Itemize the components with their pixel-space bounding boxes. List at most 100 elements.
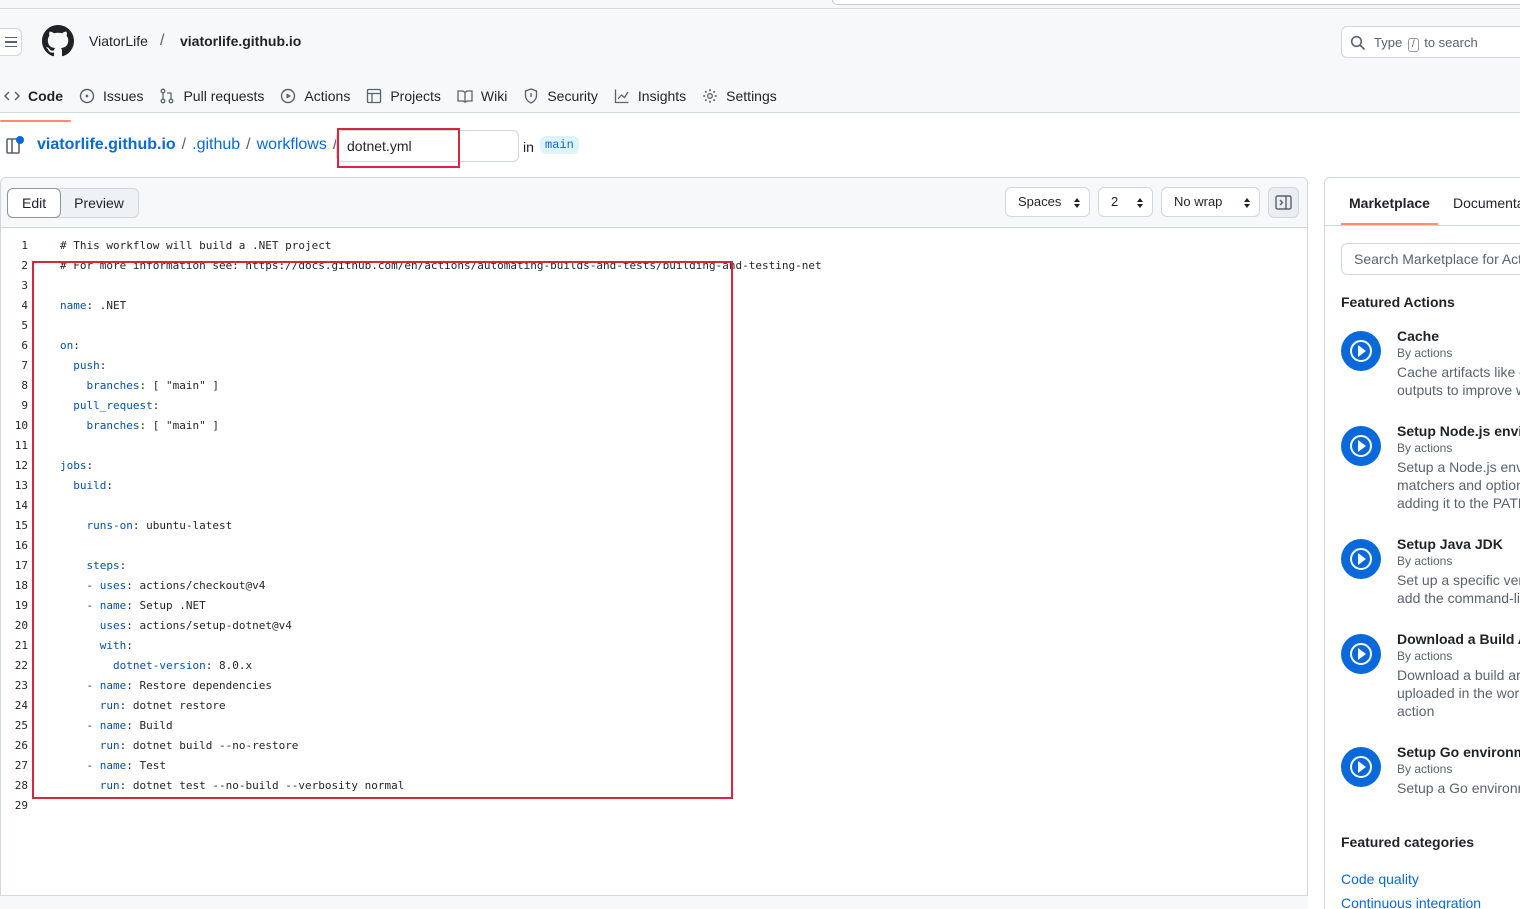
- indent-size-select[interactable]: 2: [1098, 187, 1153, 217]
- tab-issues[interactable]: Issues: [75, 79, 155, 113]
- indent-mode-select[interactable]: Spaces: [1005, 187, 1090, 217]
- tab-label: Projects: [390, 88, 441, 104]
- action-description-line: Set up a specific version of the Java JD…: [1397, 572, 1520, 588]
- table-icon: [367, 88, 382, 104]
- repo-header: ViatorLife / viatorlife.github.io Type /…: [0, 10, 1520, 122]
- search-icon: [1350, 35, 1366, 51]
- branch-in-label: in: [523, 139, 534, 155]
- line-number: 8: [21, 379, 28, 392]
- browser-strip: [0, 0, 1520, 9]
- action-description: Download a build artifact that was previ…: [1397, 666, 1520, 720]
- wrap-mode-select[interactable]: No wrap: [1161, 187, 1260, 217]
- sidebar-tabs: Marketplace Documentation: [1325, 178, 1520, 226]
- tab-security[interactable]: Security: [519, 79, 610, 113]
- sidebar-toggle-button[interactable]: [1268, 187, 1299, 218]
- action-description: Set up a specific version of the Java JD…: [1397, 571, 1520, 607]
- action-description-line: add the command-line tools to the PATH: [1397, 590, 1520, 606]
- action-description-line: Download a build artifact that was previ…: [1397, 667, 1520, 683]
- action-description-line: adding it to the PATH: [1397, 495, 1520, 511]
- address-bar[interactable]: [832, 0, 1520, 5]
- tab-label: Code: [28, 88, 63, 104]
- action-name[interactable]: Setup Go environment: [1397, 744, 1520, 760]
- line-number: 19: [14, 599, 28, 612]
- tab-wiki[interactable]: Wiki: [453, 79, 519, 113]
- line-number: 27: [14, 759, 28, 772]
- global-search-input[interactable]: Type / to search: [1341, 26, 1520, 58]
- path-workflows-link[interactable]: workflows: [257, 136, 327, 154]
- action-name[interactable]: Setup Node.js environment: [1397, 423, 1520, 439]
- edit-tab-button[interactable]: Edit: [7, 188, 62, 218]
- featured-categories-heading: Featured categories: [1341, 834, 1475, 850]
- line-number: 26: [14, 739, 28, 752]
- line-number: 11: [14, 439, 28, 452]
- action-play-icon: [1341, 426, 1381, 466]
- book-icon: [457, 90, 473, 103]
- action-description-line: outputs to improve workflow execution ti…: [1397, 382, 1520, 398]
- tab-projects[interactable]: Projects: [362, 79, 453, 113]
- gear-icon: [703, 89, 717, 103]
- tab-label: Issues: [103, 88, 144, 104]
- line-number: 4: [21, 299, 28, 312]
- path-github-link[interactable]: .github: [192, 136, 240, 154]
- tab-marketplace[interactable]: Marketplace: [1341, 195, 1438, 225]
- marketplace-search-input[interactable]: Search Marketplace for Actions: [1341, 243, 1520, 275]
- line-content: # This workflow will build a .NET projec…: [60, 239, 332, 252]
- preview-tab-button[interactable]: Preview: [60, 189, 138, 217]
- action-description-line: matchers and optionally cache npm packag…: [1397, 477, 1520, 493]
- marketplace-sidebar: Marketplace Documentation Search Marketp…: [1324, 177, 1520, 909]
- path-separator: /: [246, 136, 251, 153]
- tab-label: Settings: [726, 88, 777, 104]
- file-path-breadcrumb: viatorlife.github.io / .github / workflo…: [37, 136, 337, 154]
- tab-label: Pull requests: [183, 88, 265, 104]
- category-link-code-quality[interactable]: Code quality: [1341, 871, 1419, 887]
- path-separator: /: [181, 136, 187, 153]
- tab-pull-requests[interactable]: Pull requests: [155, 79, 276, 113]
- line-number: 23: [14, 679, 28, 692]
- sort-caret-icon: [1074, 198, 1080, 208]
- repo-owner-link[interactable]: ViatorLife: [89, 33, 148, 49]
- tab-insights[interactable]: Insights: [610, 79, 698, 113]
- github-logo-icon[interactable]: [42, 25, 74, 57]
- line-number: 15: [14, 519, 28, 532]
- tab-documentation[interactable]: Documentation: [1453, 195, 1520, 211]
- code-icon: [4, 91, 20, 101]
- tab-settings[interactable]: Settings: [698, 79, 789, 113]
- indent-mode-value: Spaces: [1018, 194, 1062, 209]
- line-number: 22: [14, 659, 28, 672]
- menu-icon[interactable]: [0, 28, 22, 56]
- line-number: 7: [21, 359, 28, 372]
- tab-label: Insights: [637, 88, 687, 104]
- action-play-icon: [1341, 539, 1381, 579]
- line-number: 14: [14, 499, 28, 512]
- tab-code[interactable]: Code: [0, 79, 75, 122]
- line-number: 17: [14, 559, 28, 572]
- line-number: 13: [14, 479, 28, 492]
- indent-size-value: 2: [1111, 194, 1119, 209]
- action-play-icon: [1341, 331, 1381, 371]
- tab-actions[interactable]: Actions: [276, 79, 362, 113]
- issue-icon: [79, 88, 95, 104]
- path-repo-link[interactable]: viatorlife.github.io: [37, 136, 176, 154]
- edit-preview-toggle: Edit Preview: [7, 188, 139, 218]
- annotation-highlight-filename: [337, 128, 460, 168]
- editor-footer: [0, 895, 1308, 909]
- line-number: 9: [21, 399, 28, 412]
- line-number: 1: [21, 239, 28, 252]
- action-description-line: Setup a Node.js environment, add problem: [1397, 459, 1520, 475]
- action-description-line: Cache artifacts like dependencies and bu…: [1397, 364, 1520, 380]
- file-tree-toggle-icon[interactable]: [4, 134, 28, 158]
- category-link-continuous-integration[interactable]: Continuous integration: [1341, 895, 1481, 909]
- line-number: 20: [14, 619, 28, 632]
- action-author: By actions: [1397, 554, 1453, 568]
- line-number: 28: [14, 779, 28, 792]
- action-name[interactable]: Setup Java JDK: [1397, 536, 1503, 552]
- wrap-mode-value: No wrap: [1174, 194, 1223, 209]
- action-name[interactable]: Cache: [1397, 328, 1439, 344]
- repo-name-link[interactable]: viatorlife.github.io: [180, 33, 301, 49]
- action-name[interactable]: Download a Build Artifact: [1397, 631, 1520, 647]
- action-author: By actions: [1397, 649, 1453, 663]
- repo-nav-tabs: Code Issues Pull requests Actions Projec…: [0, 79, 789, 122]
- action-description-line: action: [1397, 703, 1435, 719]
- branch-badge[interactable]: main: [540, 136, 579, 154]
- tab-label: Actions: [304, 88, 351, 104]
